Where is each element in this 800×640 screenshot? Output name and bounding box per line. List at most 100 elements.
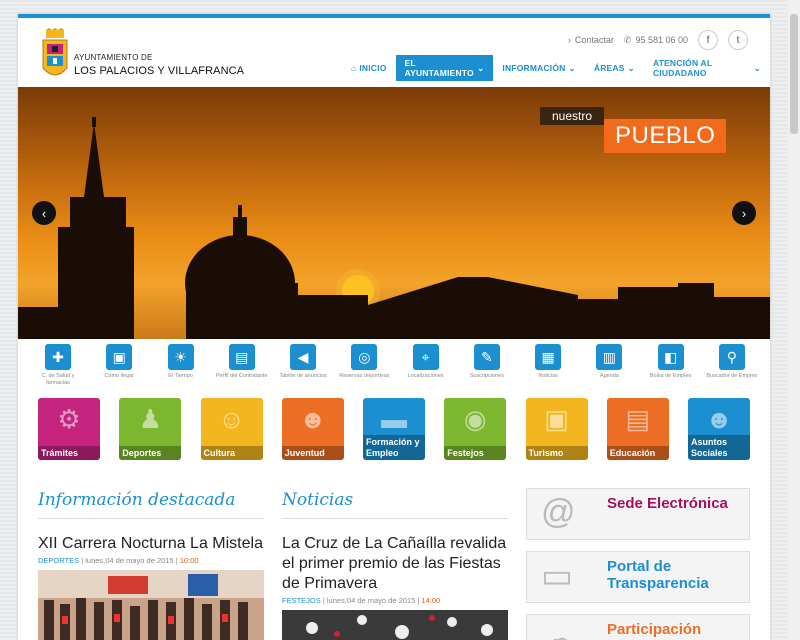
featured-divider: [38, 518, 264, 519]
speech-bubble-icon: ▭: [541, 557, 574, 595]
home-icon: ⌂: [351, 63, 357, 73]
side-box-title: Sede Electrónica: [607, 495, 728, 512]
quick-link[interactable]: ☀ El Tiempo: [153, 344, 209, 386]
slide-caption-small: nuestro: [540, 107, 605, 125]
quick-link-label: Tablón de anuncios: [279, 373, 327, 379]
nav-informacion[interactable]: INFORMACIÓN ⌄: [493, 55, 584, 81]
quick-link-label: Buscador de Empleo: [706, 373, 758, 379]
portal-transparencia-link[interactable]: ▭ Portal de Transparencia: [526, 551, 750, 603]
participacion-link[interactable]: ☁ Participación: [526, 614, 750, 640]
quick-link-icon: ☀: [167, 344, 194, 370]
quick-link[interactable]: ▤ Perfil del Contratante: [214, 344, 270, 386]
slider-next-button[interactable]: ›: [732, 201, 756, 225]
featured-article-meta: DEPORTES | lunes,04 de mayo de 2015 | 10…: [38, 556, 199, 565]
page-scrollbar[interactable]: [788, 0, 800, 640]
coat-of-arms-logo[interactable]: [40, 28, 70, 84]
chevron-down-icon: ⌄: [568, 62, 576, 73]
nav-label: INFORMACIÓN: [502, 63, 566, 73]
tile-icon: ☻: [299, 404, 327, 434]
news-article-title[interactable]: La Cruz de La Cañaílla revalida el prime…: [282, 534, 508, 594]
quick-link[interactable]: ◀ Tablón de anuncios: [275, 344, 331, 386]
nav-inicio[interactable]: ⌂ INICIO: [342, 55, 396, 81]
tile-label: Deportes: [119, 445, 182, 460]
category-tile[interactable]: ☻ Asuntos Sociales: [688, 398, 750, 460]
phone-number: ✆ 95 581 06 00: [624, 35, 688, 46]
featured-category[interactable]: DEPORTES: [38, 556, 79, 565]
quick-link[interactable]: ◧ Bolsa de Empleo: [643, 344, 699, 386]
tile-icon: ☻: [705, 404, 733, 434]
chevron-down-icon: ⌄: [753, 62, 761, 73]
nav-label: INICIO: [359, 63, 387, 73]
news-article-image[interactable]: [282, 610, 508, 640]
nav-label: EL AYUNTAMIENTO: [404, 58, 474, 78]
quick-link[interactable]: ✎ Suscripciones: [459, 344, 515, 386]
featured-article-image[interactable]: [38, 570, 264, 640]
quick-link-label: Reservas deportivas: [339, 373, 390, 379]
nav-label: ÁREAS: [593, 63, 625, 73]
chevron-down-icon: ⌄: [477, 62, 485, 73]
quick-link-icon: ▤: [228, 344, 255, 370]
quick-link-label: Perfil del Contratante: [215, 373, 268, 379]
quick-link-icon: ◀: [290, 344, 317, 370]
chevron-down-icon: ⌄: [627, 62, 635, 73]
tile-label: Juventud: [281, 445, 344, 460]
quick-link-label: Cómo llegar: [104, 373, 135, 379]
quick-link-icon: ⚲: [718, 344, 745, 370]
quick-link-label: Noticias: [538, 373, 558, 379]
category-tile[interactable]: ☻ Juventud: [281, 398, 344, 460]
people-cloud-icon: ☁: [541, 620, 575, 640]
nav-label: ATENCIÓN AL CIUDADANO: [652, 58, 713, 78]
slide-caption-big: PUEBLO: [604, 119, 727, 153]
quick-link[interactable]: ✚ C. de Salud y farmacias: [30, 344, 86, 386]
quick-link[interactable]: ⚲ Buscador de Empleo: [704, 344, 760, 386]
category-tile[interactable]: ▬ Formación y Empleo: [363, 398, 425, 460]
facebook-icon[interactable]: f: [698, 30, 718, 50]
quick-link-label: Agenda: [599, 373, 619, 379]
brand-title[interactable]: LOS PALACIOS Y VILLAFRANCA: [74, 65, 244, 77]
quick-link-label: Bolsa de Empleo: [649, 373, 692, 379]
at-sign-icon: @: [541, 493, 576, 531]
category-tile[interactable]: ▣ Turismo: [525, 398, 588, 460]
tile-icon: ♟: [138, 404, 162, 434]
quick-link-icon: ✎: [473, 344, 500, 370]
quick-link[interactable]: ▦ Noticias: [520, 344, 576, 386]
contact-link[interactable]: › Contactar: [568, 35, 614, 45]
category-tile[interactable]: ♟ Deportes: [119, 398, 182, 460]
category-tile[interactable]: ☺ Cultura: [200, 398, 263, 460]
nav-atencion-ciudadano[interactable]: ATENCIÓN AL CIUDADANO ⌄: [644, 55, 770, 81]
contact-label: Contactar: [574, 35, 614, 45]
cross-photo: [282, 610, 508, 640]
category-tile[interactable]: ⚙ Trámites: [38, 398, 100, 460]
quick-link[interactable]: ▥ Agenda: [581, 344, 637, 386]
tile-label: Turismo: [525, 445, 588, 460]
twitter-icon[interactable]: t: [728, 30, 748, 50]
scrollbar-thumb[interactable]: [790, 14, 798, 134]
quick-link-label: El Tiempo: [168, 373, 193, 379]
news-category[interactable]: FESTEJOS: [282, 596, 321, 605]
race-photo: [38, 570, 264, 640]
tile-icon: ▣: [544, 404, 569, 434]
category-tile[interactable]: ◉ Festejos: [444, 398, 507, 460]
quick-links: ✚ C. de Salud y farmacias ▣ Cómo llegar ☀ El …: [30, 344, 760, 386]
sede-electronica-link[interactable]: @ Sede Electrónica: [526, 488, 750, 540]
quick-link-icon: ▦: [535, 344, 562, 370]
tile-label: Asuntos Sociales: [688, 435, 750, 460]
nav-areas[interactable]: ÁREAS ⌄: [585, 55, 644, 81]
phone-text: 95 581 06 00: [635, 35, 688, 45]
tile-icon: ☺: [218, 404, 245, 434]
tile-icon: ◉: [463, 404, 487, 434]
quick-link-label: Localizaciones: [407, 373, 444, 379]
quick-link[interactable]: ⌖ Localizaciones: [398, 344, 454, 386]
quick-link[interactable]: ◎ Reservas deportivas: [336, 344, 392, 386]
tile-label: Cultura: [200, 445, 263, 460]
chevron-right-icon: ›: [567, 35, 571, 45]
slider-prev-button[interactable]: ‹: [32, 201, 56, 225]
category-tile[interactable]: ▤ Educación: [606, 398, 669, 460]
nav-el-ayuntamiento[interactable]: EL AYUNTAMIENTO ⌄: [395, 55, 494, 81]
brand-subtitle: AYUNTAMIENTO DE: [74, 53, 153, 62]
side-box-title: Participación: [607, 621, 702, 638]
featured-article-title[interactable]: XII Carrera Nocturna La Mistela: [38, 534, 268, 554]
site-frame: AYUNTAMIENTO DE LOS PALACIOS Y VILLAFRAN…: [18, 14, 770, 640]
quick-link[interactable]: ▣ Cómo llegar: [91, 344, 147, 386]
tile-label: Educación: [606, 445, 669, 460]
